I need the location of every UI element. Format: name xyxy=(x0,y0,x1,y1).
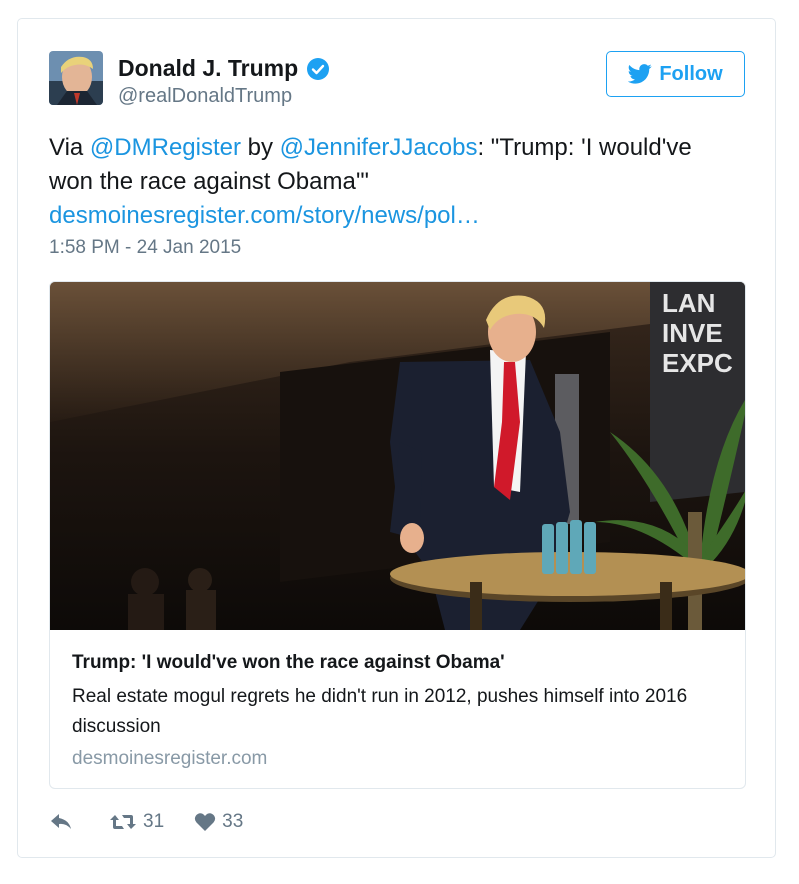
follow-label: Follow xyxy=(659,62,723,85)
mention-jenniferjjacobs[interactable]: @JenniferJJacobs xyxy=(280,134,478,161)
bird-icon xyxy=(628,64,653,84)
link-card[interactable]: LAN INVE EXPC Trump: 'I would've won the… xyxy=(49,281,746,789)
sign-line-3: EXPC xyxy=(662,348,733,378)
heart-icon xyxy=(195,813,216,831)
like-button[interactable]: 33 xyxy=(194,811,243,833)
card-headline[interactable]: Trump: 'I would've won the race against … xyxy=(72,652,505,674)
sign-line-1: LAN xyxy=(662,288,715,318)
like-count: 33 xyxy=(222,811,244,832)
tweet-by: by xyxy=(240,134,280,161)
tweet-text: Via @DMRegister by @JenniferJJacobs: "Tr… xyxy=(49,131,729,233)
retweet-icon xyxy=(110,815,136,829)
verified-badge-icon xyxy=(307,57,330,80)
user-handle[interactable]: @realDonaldTrump xyxy=(118,85,292,108)
mention-dmregister[interactable]: @DMRegister xyxy=(90,134,241,161)
card-description: Real estate mogul regrets he didn't run … xyxy=(72,686,688,737)
user-name-row: Donald J. Trump xyxy=(118,55,330,82)
tweet-card: Donald J. Trump @realDonaldTrump Follow … xyxy=(17,18,776,858)
follow-button[interactable]: Follow xyxy=(606,51,745,97)
article-photo: LAN INVE EXPC xyxy=(50,282,745,630)
user-name[interactable]: Donald J. Trump xyxy=(118,55,298,82)
sign-line-2: INVE xyxy=(662,318,723,348)
retweet-button[interactable]: 31 xyxy=(109,811,164,833)
reply-icon xyxy=(51,814,71,829)
timestamp[interactable]: 1:58 PM - 24 Jan 2015 xyxy=(49,237,241,259)
tweet-link[interactable]: desmoinesregister.com/story/news/pol… xyxy=(49,199,729,233)
tweet-prefix: Via xyxy=(49,134,90,161)
tweet-actions: 31 33 xyxy=(49,811,273,833)
card-domain: desmoinesregister.com xyxy=(72,748,268,769)
avatar[interactable] xyxy=(49,51,103,105)
retweet-count: 31 xyxy=(143,811,165,832)
reply-button[interactable] xyxy=(49,812,79,832)
